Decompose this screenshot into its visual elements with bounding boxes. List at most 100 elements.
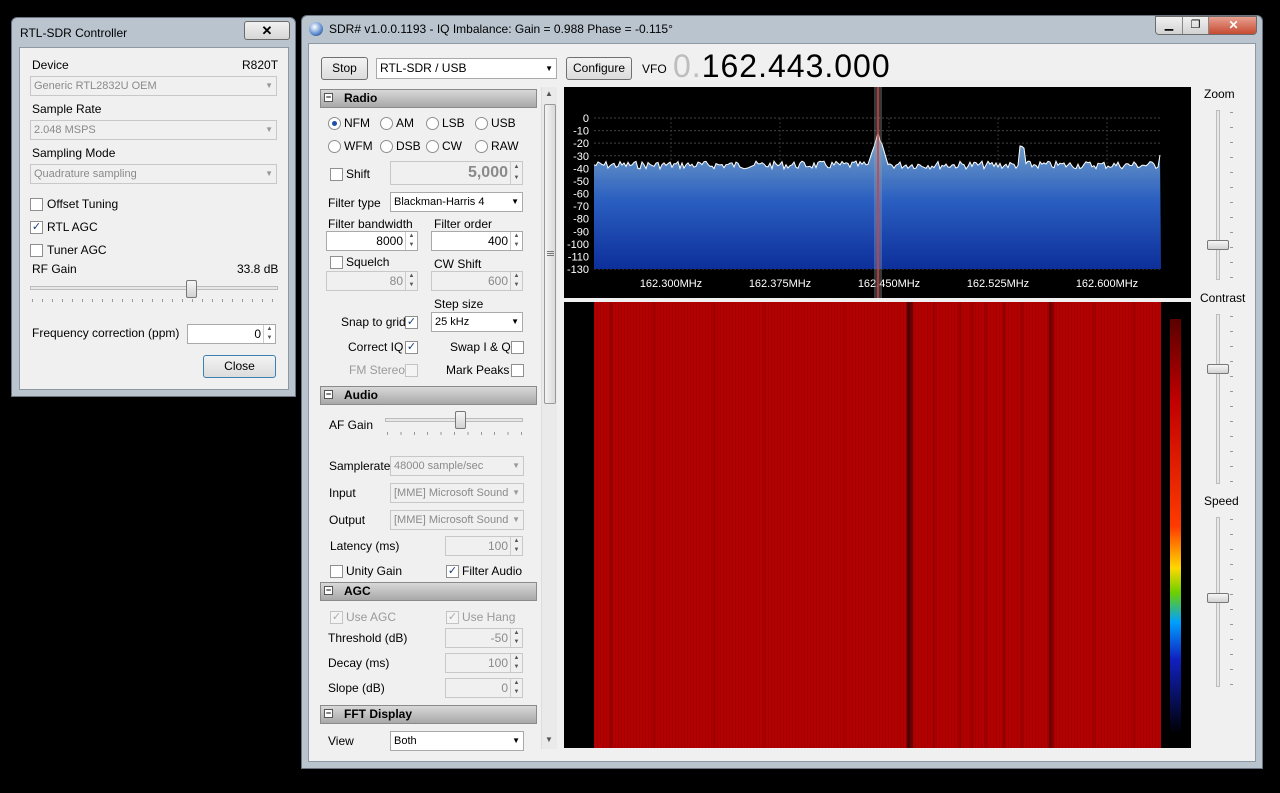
filter-audio-label: Filter Audio bbox=[462, 564, 523, 578]
agc-section-header[interactable]: − AGC bbox=[320, 582, 537, 601]
configure-button[interactable]: Configure bbox=[566, 57, 632, 80]
mark-peaks-checkbox[interactable] bbox=[511, 364, 524, 377]
mode-radio-lsb[interactable] bbox=[426, 117, 439, 130]
filter-bandwidth-input[interactable]: 8000 ▲ ▼ bbox=[326, 231, 418, 251]
af-gain-label: AF Gain bbox=[329, 418, 374, 432]
scroll-down-icon[interactable]: ▼ bbox=[545, 735, 553, 744]
maximize-button[interactable]: ❐ bbox=[1182, 17, 1208, 34]
rtl-close-x-button[interactable]: ✕ bbox=[244, 21, 290, 40]
spinner-icon[interactable]: ▲ ▼ bbox=[405, 272, 417, 290]
spinner-icon[interactable]: ▲ ▼ bbox=[405, 232, 417, 250]
spinner-icon[interactable]: ▲ ▼ bbox=[510, 272, 522, 290]
mode-radio-am[interactable] bbox=[380, 117, 393, 130]
rtl-window-title: RTL-SDR Controller bbox=[20, 26, 128, 40]
sampling-mode-select[interactable]: Quadrature sampling ▼ bbox=[30, 164, 277, 184]
zoom-slider[interactable] bbox=[1207, 240, 1229, 250]
freq-tick-label: 162.450MHz bbox=[858, 278, 920, 290]
chevron-down-icon: ▼ bbox=[511, 197, 519, 206]
output-select[interactable]: [MME] Microsoft Sound ▼ bbox=[390, 510, 524, 530]
step-size-select[interactable]: 25 kHz ▼ bbox=[431, 312, 523, 332]
tuner-agc-checkbox[interactable] bbox=[30, 244, 43, 257]
stop-button[interactable]: Stop bbox=[321, 57, 368, 80]
filter-type-select[interactable]: Blackman-Harris 4 ▼ bbox=[390, 192, 523, 212]
input-select[interactable]: [MME] Microsoft Sound ▼ bbox=[390, 483, 524, 503]
mode-radio-nfm[interactable] bbox=[328, 117, 341, 130]
speed-slider[interactable] bbox=[1207, 593, 1229, 603]
spinner-icon[interactable]: ▲ ▼ bbox=[263, 325, 275, 343]
latency-value: 100 bbox=[487, 539, 508, 553]
rtl-agc-checkbox[interactable]: ✓ bbox=[30, 221, 43, 234]
spinner-icon[interactable]: ▲ ▼ bbox=[510, 232, 522, 250]
unity-gain-checkbox[interactable] bbox=[330, 565, 343, 578]
freq-correction-label: Frequency correction (ppm) bbox=[32, 326, 180, 340]
rf-gain-slider[interactable] bbox=[186, 280, 198, 298]
latency-input[interactable]: 100 ▲ ▼ bbox=[445, 536, 523, 556]
samplerate-label: Samplerate bbox=[329, 459, 391, 473]
sample-rate-select[interactable]: 2.048 MSPS ▼ bbox=[30, 120, 277, 140]
slope-input[interactable]: 0 ▲ ▼ bbox=[445, 678, 523, 698]
collapse-icon[interactable]: − bbox=[324, 93, 333, 102]
scroll-up-icon[interactable]: ▲ bbox=[545, 89, 553, 98]
fm-stereo-checkbox[interactable] bbox=[405, 364, 418, 377]
spinner-icon[interactable]: ▲ ▼ bbox=[510, 629, 522, 647]
scroll-thumb[interactable] bbox=[544, 104, 556, 404]
af-gain-slider[interactable] bbox=[454, 411, 466, 429]
collapse-icon[interactable]: − bbox=[324, 586, 333, 595]
shift-checkbox[interactable] bbox=[330, 168, 343, 181]
tuner-agc-label: Tuner AGC bbox=[47, 243, 107, 257]
mark-peaks-label: Mark Peaks bbox=[446, 363, 510, 377]
mode-radio-dsb[interactable] bbox=[380, 140, 393, 153]
db-tick-label: -110 bbox=[568, 251, 589, 263]
spinner-icon[interactable]: ▲ ▼ bbox=[510, 537, 522, 555]
freq-correction-input[interactable]: 0 ▲ ▼ bbox=[187, 324, 276, 344]
sample-rate-value: 2.048 MSPS bbox=[34, 124, 96, 136]
mode-label-usb: USB bbox=[491, 116, 516, 130]
filter-order-input[interactable]: 400 ▲ ▼ bbox=[431, 231, 523, 251]
source-select[interactable]: RTL-SDR / USB ▼ bbox=[376, 58, 557, 79]
audio-header-label: Audio bbox=[344, 388, 378, 402]
mode-radio-usb[interactable] bbox=[475, 117, 488, 130]
fft-section-header[interactable]: − FFT Display bbox=[320, 705, 537, 724]
view-select[interactable]: Both ▼ bbox=[390, 731, 524, 751]
vfo-display[interactable]: 0.162.443.000 bbox=[673, 48, 891, 85]
samplerate-select[interactable]: 48000 sample/sec ▼ bbox=[390, 456, 524, 476]
spectrum-display[interactable]: 0 -10 -20 -30 -40 -50 -60 -70 -80 -90 -100 -110 -130… bbox=[564, 87, 1191, 298]
mode-radio-wfm[interactable] bbox=[328, 140, 341, 153]
spinner-icon[interactable]: ▲ ▼ bbox=[510, 679, 522, 697]
db-tick-label: -70 bbox=[573, 201, 589, 213]
correct-iq-checkbox[interactable]: ✓ bbox=[405, 341, 418, 354]
decay-input[interactable]: 100 ▲ ▼ bbox=[445, 653, 523, 673]
device-select[interactable]: Generic RTL2832U OEM ▼ bbox=[30, 76, 277, 96]
contrast-slider[interactable] bbox=[1207, 364, 1229, 374]
mode-radio-raw[interactable] bbox=[475, 140, 488, 153]
use-hang-checkbox[interactable]: ✓ bbox=[446, 611, 459, 624]
threshold-label: Threshold (dB) bbox=[328, 631, 408, 645]
chevron-down-icon: ▼ bbox=[265, 169, 273, 178]
mode-radio-cw[interactable] bbox=[426, 140, 439, 153]
audio-section-header[interactable]: − Audio bbox=[320, 386, 537, 405]
speed-ticks bbox=[1230, 519, 1233, 685]
offset-tuning-checkbox[interactable] bbox=[30, 198, 43, 211]
collapse-icon[interactable]: − bbox=[324, 709, 333, 718]
cw-shift-input[interactable]: 600 ▲ ▼ bbox=[431, 271, 523, 291]
spinner-icon[interactable]: ▲ ▼ bbox=[510, 162, 522, 184]
use-agc-label: Use AGC bbox=[346, 610, 397, 624]
squelch-checkbox[interactable] bbox=[330, 256, 343, 269]
threshold-input[interactable]: -50 ▲ ▼ bbox=[445, 628, 523, 648]
radio-section-header[interactable]: − Radio bbox=[320, 89, 537, 108]
collapse-icon[interactable]: − bbox=[324, 390, 333, 399]
use-agc-checkbox[interactable]: ✓ bbox=[330, 611, 343, 624]
swap-iq-checkbox[interactable] bbox=[511, 341, 524, 354]
waterfall-display[interactable] bbox=[564, 302, 1191, 748]
panel-scrollbar[interactable]: ▲ ▼ bbox=[541, 87, 557, 749]
shift-input[interactable]: 5,000 ▲ ▼ bbox=[390, 161, 523, 185]
squelch-input[interactable]: 80 ▲ ▼ bbox=[326, 271, 418, 291]
minimize-button[interactable]: ▁ bbox=[1156, 17, 1182, 34]
snap-to-grid-checkbox[interactable]: ✓ bbox=[405, 316, 418, 329]
filter-audio-checkbox[interactable]: ✓ bbox=[446, 565, 459, 578]
close-button[interactable]: ✕ bbox=[1208, 17, 1256, 34]
rtl-close-button[interactable]: Close bbox=[203, 355, 276, 378]
rf-gain-track bbox=[30, 286, 278, 290]
spinner-icon[interactable]: ▲ ▼ bbox=[510, 654, 522, 672]
cw-shift-value: 600 bbox=[487, 274, 508, 288]
